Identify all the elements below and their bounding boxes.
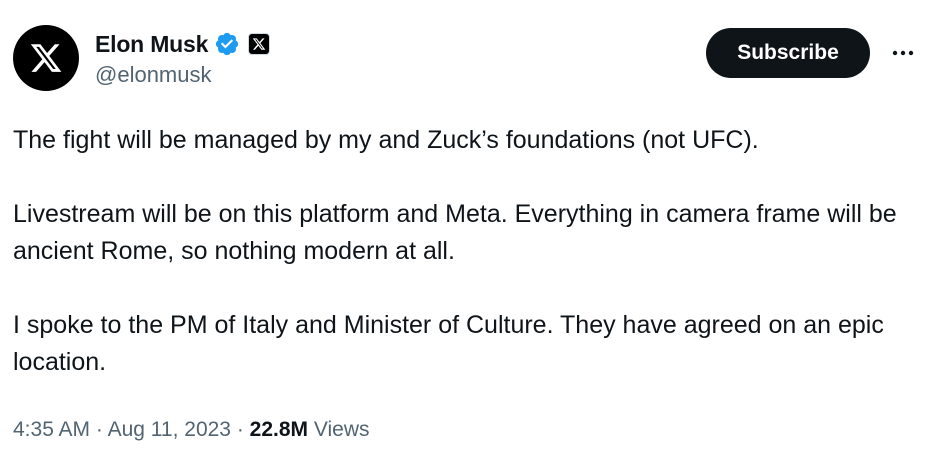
meta-separator: ·: [236, 418, 244, 441]
tweet-paragraph: I spoke to the PM of Italy and Minister …: [13, 311, 884, 376]
x-logo-small-icon: [252, 38, 266, 50]
x-affiliation-badge-icon[interactable]: [248, 33, 271, 55]
tweet-time[interactable]: 4:35 AM: [13, 418, 90, 441]
ellipsis-icon: [892, 50, 914, 56]
tweet-text: The fight will be managed by my and Zuck…: [13, 122, 925, 381]
author-name-row: Elon Musk: [95, 27, 271, 61]
tweet-card: Elon Musk @elonmusk Subscribe The fight …: [0, 0, 938, 462]
verified-badge-icon[interactable]: [214, 31, 240, 57]
subscribe-button[interactable]: Subscribe: [706, 28, 870, 78]
author-handle[interactable]: @elonmusk: [95, 62, 212, 88]
tweet-paragraph: Livestream will be on this platform and …: [13, 200, 897, 265]
more-options-icon[interactable]: [888, 38, 918, 68]
avatar[interactable]: [13, 25, 79, 91]
tweet-paragraph: The fight will be managed by my and Zuck…: [13, 126, 759, 154]
views-count[interactable]: 22.8M: [250, 418, 308, 441]
x-logo-icon: [30, 44, 62, 72]
meta-separator: ·: [95, 418, 103, 441]
views-label[interactable]: Views: [314, 418, 370, 441]
author-display-name[interactable]: Elon Musk: [95, 31, 208, 58]
tweet-date[interactable]: Aug 11, 2023: [108, 418, 231, 441]
tweet-meta: 4:35 AM · Aug 11, 2023 · 22.8M Views: [13, 418, 370, 442]
